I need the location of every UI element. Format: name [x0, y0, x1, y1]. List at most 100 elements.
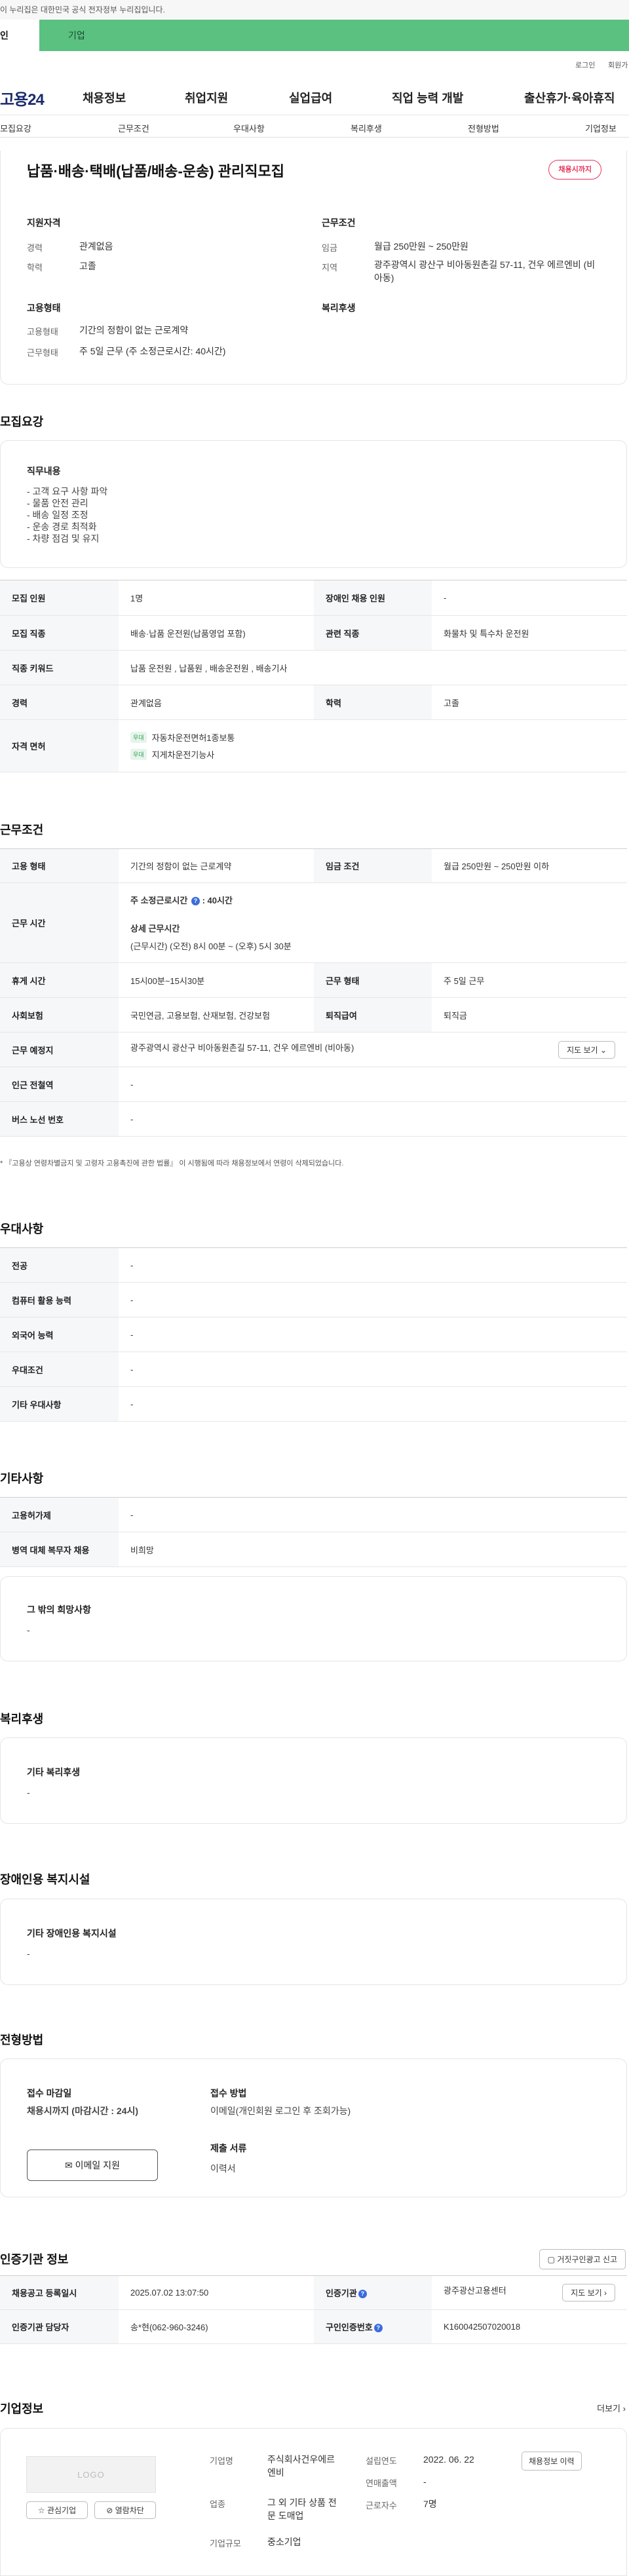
- duty-item: - 고객 요구 사항 파악: [27, 486, 108, 497]
- job-type-value: 배송·납품 운전원(납품영업 포함): [119, 615, 314, 651]
- career-value: 관계없음: [79, 241, 113, 252]
- gnb-menu-parental-leave[interactable]: 출산휴가·육아휴직: [524, 89, 615, 106]
- age-law-note: * 『고용상 연령차별금지 및 고령자 고용촉진에 관한 법률』 이 시행됨에 …: [0, 1160, 344, 1167]
- deadline-value: 채용시까지 (마감시간 : 24시): [27, 2106, 139, 2116]
- education-value: 고졸: [432, 685, 627, 720]
- revenue-key: 연매출액: [366, 2478, 397, 2488]
- favorite-company-button[interactable]: ☆ 관심기업: [26, 2501, 88, 2519]
- info-icon[interactable]: ?: [358, 2290, 367, 2299]
- email-apply-button[interactable]: ✉ 이메일 지원: [27, 2150, 158, 2181]
- posted-date-value: 2025.07.02 13:07:50: [119, 2275, 314, 2310]
- subnav-welfare[interactable]: 복리후생: [351, 122, 382, 134]
- license-name: 지게차운전기능사: [151, 750, 215, 760]
- duty-box: 직무내용 - 고객 요구 사항 파악 - 물품 안전 관리 - 배송 일정 조정…: [0, 440, 627, 568]
- subnav-screening[interactable]: 전형방법: [468, 122, 499, 134]
- tab-company[interactable]: 기업: [68, 20, 85, 51]
- agency-map-button[interactable]: 지도 보기 ›: [562, 2284, 615, 2301]
- false-ad-report-button[interactable]: ▢ 거짓구인광고 신고: [539, 2249, 626, 2269]
- map-button[interactable]: 지도 보기 ⌄: [558, 1040, 615, 1059]
- related-job-value: 화물차 및 특수차 운전원: [432, 615, 627, 651]
- manager-key: 인증기관 담당자: [0, 2309, 119, 2344]
- subnav-company[interactable]: 기업정보: [585, 122, 617, 134]
- wage-key: 임금: [322, 243, 337, 253]
- military-alt-value: 비희망: [119, 1532, 627, 1567]
- info-icon[interactable]: ?: [373, 2324, 383, 2333]
- work-type-key: 근무형태: [27, 348, 58, 358]
- work-hours-key: 근무 시간: [0, 882, 119, 963]
- wage-condition-value: 월급 250만원 ~ 250만원 이하: [432, 848, 627, 883]
- revenue-value: -: [423, 2476, 427, 2487]
- wage-value: 월급 250만원 ~ 250만원: [374, 241, 468, 252]
- etc-table: 고용허가제 - 병역 대체 복무자 채용 비희망: [0, 1497, 627, 1567]
- workplace-address: 광주광역시 광산구 비아동원촌길 57-11, 건우 에르엔비 (비아동): [130, 1042, 354, 1053]
- employment-form-value: 기간의 정함이 없는 근로계약: [119, 848, 314, 883]
- login-link[interactable]: 로그인: [575, 60, 595, 70]
- gnb-menu-unemployment-benefit[interactable]: 실업급여: [289, 89, 332, 106]
- false-ad-report-label: 거짓구인광고 신고: [557, 2255, 617, 2264]
- welfare-other-value: -: [27, 1787, 30, 1798]
- join-link[interactable]: 회원가: [608, 60, 628, 70]
- subway-value: -: [119, 1067, 627, 1102]
- preferred-tag: 우대: [130, 749, 147, 760]
- company-scale-key: 기업규모: [210, 2539, 241, 2548]
- employment-permit-key: 고용허가제: [0, 1497, 119, 1532]
- conditions-table: 고용 형태 기간의 정함이 없는 근로계약 임금 조건 월급 250만원 ~ 2…: [0, 848, 627, 1137]
- deadline-label: 접수 마감일: [27, 2088, 72, 2098]
- section-nav: 모집요강 근무조건 우대사항 복리후생 전형방법 기업정보: [0, 115, 629, 138]
- preference-section-title: 우대사항: [0, 1222, 44, 1236]
- gnb-menu-jobs[interactable]: 채용정보: [83, 89, 126, 106]
- gnb-menu-training[interactable]: 직업 능력 개발: [392, 89, 463, 106]
- duty-item: - 배송 일정 조정: [27, 510, 88, 520]
- career-key: 경력: [27, 243, 43, 253]
- job-title: 납품·배송·택배(납품/배송-운송) 관리직모집: [27, 163, 284, 180]
- related-job-key: 관련 직종: [314, 615, 432, 651]
- preference-table: 전공 - 컴퓨터 활용 능력 - 외국어 능력 - 우대조건 - 기타 우대사항 -: [0, 1247, 627, 1422]
- license-item: 우대 자동차운전면허1종보통: [130, 729, 615, 746]
- preferred-tag: 우대: [130, 732, 147, 743]
- weekly-hours-label: 주 소정근로시간: [130, 896, 188, 905]
- agency-key: 인증기관?: [314, 2275, 432, 2310]
- gov-notice: 이 누리집은 대한민국 공식 전자정부 누리집입니다.: [0, 0, 629, 20]
- language-value: -: [119, 1317, 627, 1352]
- gnb-menu-employment-support[interactable]: 취업지원: [185, 89, 228, 106]
- duty-item: - 물품 안전 관리: [27, 498, 88, 508]
- area-key: 지역: [322, 263, 337, 273]
- subnav-recruit[interactable]: 모집요강: [0, 122, 31, 134]
- tab-individual[interactable]: 인: [0, 20, 39, 51]
- employment-type-value: 기간의 정함이 없는 근로계약: [79, 325, 189, 335]
- founded-key: 설립연도: [366, 2456, 397, 2466]
- conditions-section-title: 근무조건: [0, 824, 44, 837]
- agency-table: 채용공고 등록일시 2025.07.02 13:07:50 인증기관? 광주광산…: [0, 2275, 627, 2344]
- employment-type-key: 고용형태: [27, 327, 58, 337]
- retirement-key: 퇴직급여: [314, 997, 432, 1032]
- employment-form-key: 고용 형태: [0, 848, 119, 883]
- manager-value: 송*현(062-960-3246): [119, 2309, 314, 2344]
- job-summary-card: 납품·배송·택배(납품/배송-운송) 관리직모집 채용시까지 지원자격 경력 관…: [0, 151, 627, 385]
- agency-map-label: 지도 보기: [571, 2288, 602, 2298]
- education-value: 고졸: [79, 261, 96, 271]
- subnav-conditions[interactable]: 근무조건: [118, 122, 149, 134]
- hiring-history-button[interactable]: 채용정보 이력: [522, 2452, 582, 2471]
- block-view-label: 열람차단: [115, 2506, 144, 2515]
- document-icon: ▢: [547, 2255, 555, 2264]
- block-view-button[interactable]: ⊘ 열람차단: [94, 2501, 156, 2519]
- retirement-value: 퇴직금: [432, 997, 627, 1032]
- info-icon[interactable]: ?: [191, 897, 200, 906]
- cert-number-value: K160042507020018: [432, 2309, 627, 2344]
- cert-number-key-label: 구인인증번호: [326, 2322, 373, 2332]
- license-name: 자동차운전면허1종보통: [151, 733, 235, 743]
- company-more-link[interactable]: 더보기 ›: [597, 2402, 626, 2414]
- insurance-value: 국민연금, 고용보험, 산재보험, 건강보험: [119, 997, 314, 1032]
- preference-condition-key: 우대조건: [0, 1352, 119, 1387]
- subnav-preference[interactable]: 우대사항: [233, 122, 265, 134]
- recruit-table: 모집 인원 1명 장애인 채용 인원 - 모집 직종 배송·납품 운전원(납품영…: [0, 580, 627, 772]
- company-name-key: 기업명: [210, 2456, 233, 2466]
- headcount-value: 1명: [119, 580, 314, 616]
- work-type-value: 주 5일 근무 (주 소정근로시간: 40시간): [79, 346, 226, 356]
- status-badge: 채용시까지: [548, 160, 601, 180]
- license-item: 우대 지게차운전기능사: [130, 746, 615, 763]
- site-logo[interactable]: 고용24: [0, 86, 45, 109]
- cert-number-key: 구인인증번호?: [314, 2309, 432, 2344]
- recruit-section-title: 모집요강: [0, 415, 44, 428]
- favorite-company-label: 관심기업: [47, 2506, 77, 2515]
